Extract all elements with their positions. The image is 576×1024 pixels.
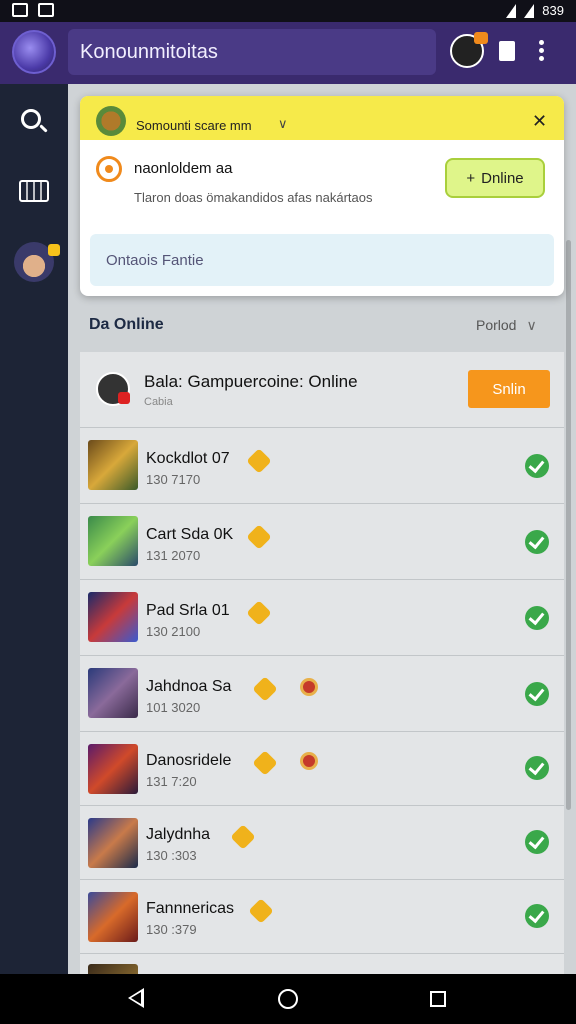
gold-badge-icon [230, 824, 256, 850]
notification-badge [474, 32, 488, 44]
online-check-icon [525, 682, 549, 706]
game-thumbnail [88, 516, 138, 566]
game-thumbnail [88, 668, 138, 718]
list-item-partial[interactable] [80, 954, 564, 974]
list-item-count: 130 :379 [146, 922, 197, 937]
red-shield-icon [300, 752, 318, 770]
list-item-name: Pad Srla 01 [146, 602, 230, 619]
back-icon[interactable] [128, 988, 144, 1008]
section-filter-dropdown[interactable]: Porlod ∨ [476, 317, 537, 334]
list-item[interactable]: Jahdnoa Sa 101 3020 [80, 656, 564, 732]
recent-apps-icon[interactable] [430, 991, 446, 1007]
list-item[interactable]: Kockdlot 07 130 7170 [80, 428, 564, 504]
chevron-down-icon: ∨ [526, 317, 537, 333]
app-avatar[interactable] [12, 30, 56, 74]
list-item-count: 101 3020 [146, 700, 201, 715]
online-check-icon [525, 454, 549, 478]
chevron-down-icon[interactable]: ∨ [278, 116, 288, 132]
gold-badge-icon [246, 448, 272, 474]
popup-row-subtitle: Tlaron doas ömakandidos afas nakártaos [134, 190, 373, 205]
app-title-box[interactable]: Konounmitoitas [68, 29, 436, 75]
user-avatar[interactable] [14, 242, 60, 282]
online-check-icon [525, 606, 549, 630]
online-check-icon [525, 830, 549, 854]
status-ring-icon [96, 156, 122, 182]
signal-chart-icon [12, 3, 28, 17]
popup-tab-label[interactable]: Somounti scare mm [136, 118, 252, 133]
home-icon[interactable] [278, 989, 298, 1009]
popup-input-placeholder: Ontaois Fantie [106, 252, 204, 269]
featured-subtitle: Cabia [144, 396, 173, 408]
door-icon[interactable] [494, 38, 520, 64]
red-shield-icon [300, 678, 318, 696]
gold-badge-icon [246, 600, 272, 626]
game-thumbnail [88, 892, 138, 942]
wifi-icon [506, 3, 517, 18]
online-check-icon [525, 756, 549, 780]
popup-row-title: naonloldem aa [134, 160, 233, 177]
list-item-name: Danosridele [146, 752, 232, 769]
keyboard-icon[interactable] [14, 172, 54, 212]
featured-game-icon [96, 372, 130, 406]
status-time: 839 [542, 3, 564, 18]
image-icon [38, 3, 54, 17]
featured-row[interactable]: Bala: Gampuercoine: Online Cabia Snlin [80, 352, 564, 428]
list-item-name: Cart Sda 0K [146, 526, 234, 543]
popup-header: Somounti scare mm ∨ ✕ [80, 96, 564, 140]
list-item-name: Jahdnoa Sa [146, 678, 232, 695]
list-item-name: Jalydnha [146, 826, 211, 843]
cell-signal-icon [524, 3, 535, 18]
game-thumbnail [88, 744, 138, 794]
more-options-icon[interactable] [534, 38, 548, 64]
game-thumbnail [88, 440, 138, 490]
online-check-icon [525, 904, 549, 928]
scrollbar[interactable] [566, 240, 571, 810]
game-thumbnail [88, 592, 138, 642]
game-thumbnail [88, 818, 138, 868]
sidebar [0, 84, 68, 974]
app-title: Konounmitoitas [80, 41, 218, 63]
list-item-count: 130 7170 [146, 472, 201, 487]
featured-title: Bala: Gampuercoine: Online [144, 372, 358, 391]
list-item[interactable]: Danosridele 131 7:20 [80, 732, 564, 806]
list-item[interactable]: Jalydnha 130 :303 [80, 806, 564, 880]
section-title: Da Online [89, 316, 164, 333]
popup-input-field[interactable]: Ontaois Fantie [90, 234, 554, 286]
go-online-label: Dnline [481, 169, 524, 187]
plus-icon: + [466, 169, 476, 187]
gold-badge-icon [252, 750, 278, 776]
app-bar: Konounmitoitas [0, 22, 576, 84]
search-icon[interactable] [14, 102, 54, 142]
avatar-badge [48, 244, 60, 256]
gold-badge-icon [248, 898, 274, 924]
list-item-count: 130 2100 [146, 624, 201, 639]
online-check-icon [525, 530, 549, 554]
game-thumbnail [88, 964, 138, 974]
status-bar: 839 [0, 0, 576, 22]
close-icon[interactable]: ✕ [532, 112, 547, 130]
game-list: Bala: Gampuercoine: Online Cabia Snlin K… [80, 352, 564, 974]
gold-badge-icon [252, 676, 278, 702]
list-item-name: Fannnericas [146, 900, 235, 917]
game-tab-icon [96, 106, 126, 136]
mascot-icon[interactable] [450, 32, 488, 68]
list-item[interactable]: Fannnericas 130 :379 [80, 880, 564, 954]
list-item[interactable]: Cart Sda 0K 131 2070 [80, 504, 564, 580]
go-online-button[interactable]: + Dnline [445, 158, 545, 198]
online-popup: Somounti scare mm ∨ ✕ naonloldem aa Tlar… [80, 96, 564, 296]
system-nav-bar [0, 974, 576, 1024]
join-button[interactable]: Snlin [468, 370, 550, 408]
list-item-name: Kockdlot 07 [146, 450, 230, 467]
list-item-count: 131 7:20 [146, 774, 197, 789]
list-item[interactable]: Pad Srla 01 130 2100 [80, 580, 564, 656]
gold-badge-icon [246, 524, 272, 550]
list-item-count: 131 2070 [146, 548, 201, 563]
section-filter-label: Porlod [476, 317, 517, 333]
list-item-count: 130 :303 [146, 848, 197, 863]
